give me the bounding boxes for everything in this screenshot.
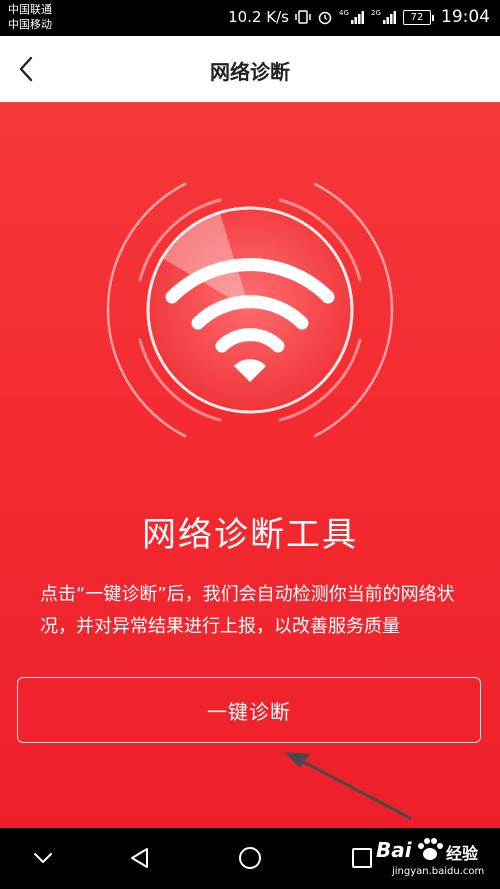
system-nav-bar: Bai 经验 jingyan.baidu.com — [0, 828, 500, 889]
app-header: 网络诊断 — [0, 36, 500, 103]
signal-2g-icon: 2G — [371, 8, 397, 26]
annotation-arrow-icon — [284, 752, 412, 820]
watermark-cn: 经验 — [446, 844, 479, 863]
signal-4g-icon: 4G — [339, 8, 365, 26]
chevron-down-icon[interactable] — [30, 845, 56, 871]
description-text: 点击“一键诊断”后，我们会自动检测你当前的网络状况，并对异常结果进行上报，以改善… — [40, 584, 455, 637]
paw-icon — [418, 838, 443, 860]
status-indicators: 10.2 K/s 4G 2G 72 19:04 — [228, 7, 490, 27]
baidu-watermark: Bai 经验 jingyan.baidu.com — [376, 836, 486, 884]
tool-title: 网络诊断工具 — [142, 515, 358, 555]
status-bar: 中国联通 中国移动 10.2 K/s 4G 2G 72 19:04 — [0, 0, 500, 36]
watermark-url: jingyan.baidu.com — [392, 866, 485, 877]
battery-icon: 72 — [403, 9, 434, 25]
home-circle-icon[interactable] — [237, 845, 263, 871]
carrier-1: 中国联通 — [8, 3, 52, 16]
net-2g-label: 2G — [371, 9, 381, 17]
watermark-brand: Bai — [376, 838, 412, 862]
radar-graphic — [106, 182, 394, 438]
clock: 19:04 — [441, 7, 490, 27]
net-4g-label: 4G — [339, 9, 349, 17]
diagnosis-panel: 网络诊断工具 点击“一键诊断”后，我们会自动检测你当前的网络状况，并对异常结果进… — [0, 102, 500, 828]
alarm-icon — [317, 9, 333, 25]
network-speed: 10.2 K/s — [228, 8, 289, 26]
page-title: 网络诊断 — [210, 60, 290, 84]
recents-square-icon[interactable] — [349, 845, 375, 871]
carrier-2: 中国移动 — [8, 18, 52, 31]
one-click-diagnose-button[interactable]: 一键诊断 — [17, 677, 481, 743]
vibrate-icon — [295, 9, 311, 25]
back-triangle-icon[interactable] — [127, 845, 153, 871]
